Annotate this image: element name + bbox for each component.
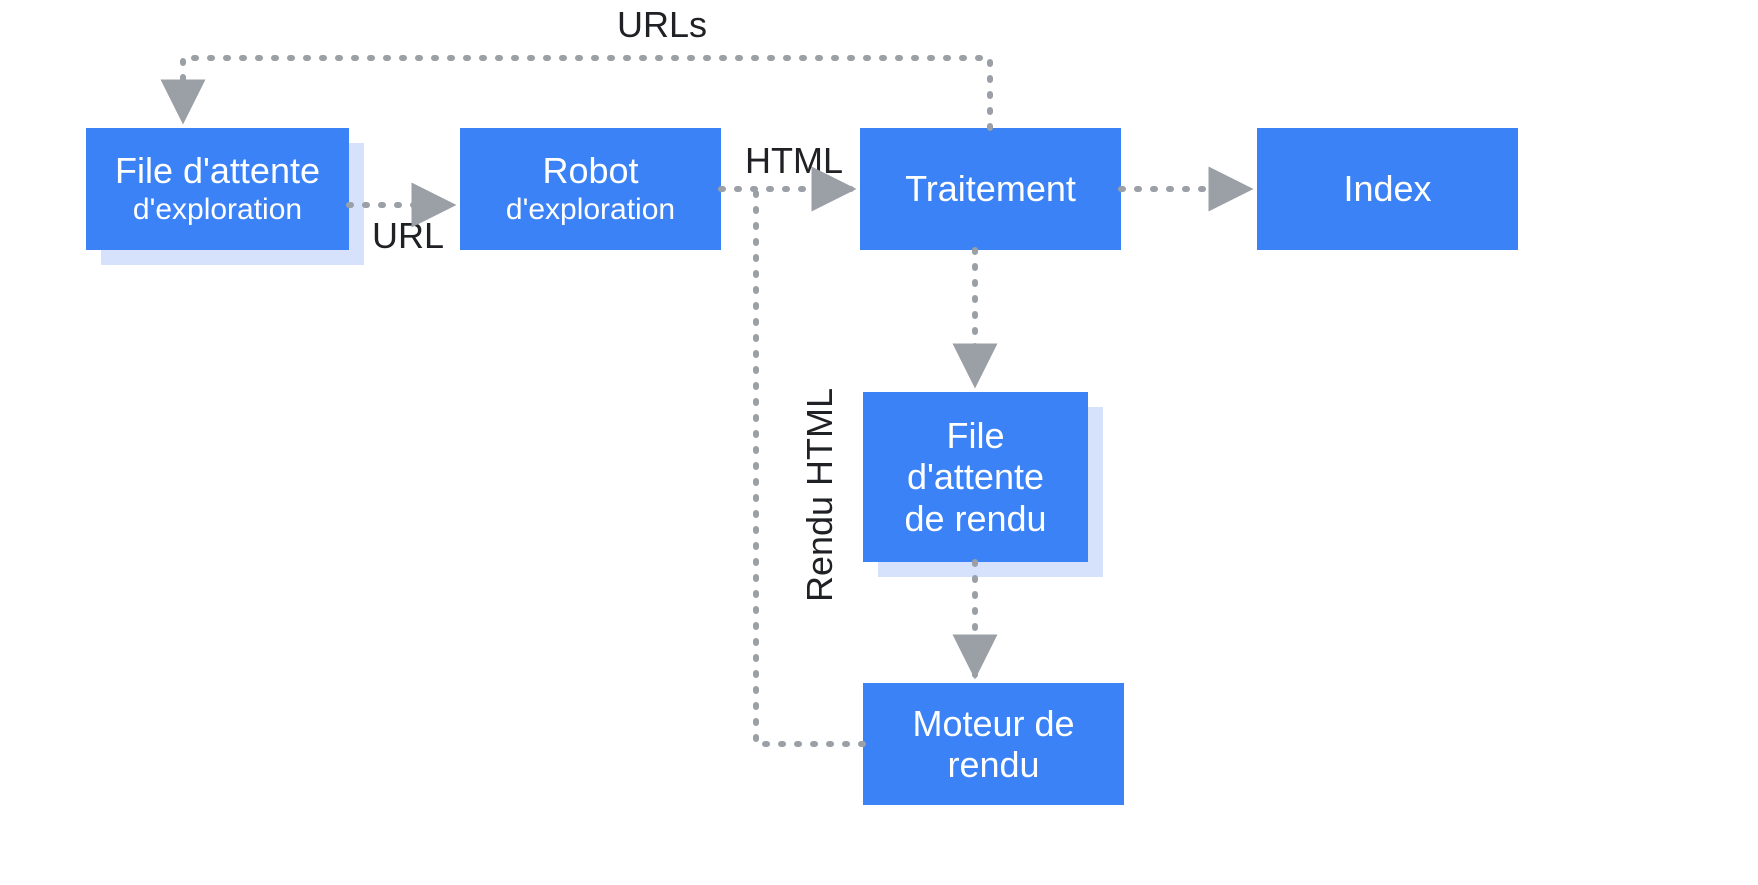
edge-label-urls: URLs: [592, 4, 732, 46]
node-processing: Traitement: [860, 128, 1121, 250]
edge-processing-to-crawl-queue: [183, 58, 990, 128]
node-label-line2: rendu: [947, 744, 1039, 785]
node-label-line1: File: [946, 415, 1004, 456]
diagram-canvas: File d'attente d'exploration Robot d'exp…: [0, 0, 1758, 885]
node-renderer: Moteur de rendu: [863, 683, 1124, 805]
node-label-line3: de rendu: [904, 498, 1046, 539]
node-label-line2: d'attente: [907, 456, 1044, 497]
node-label-sub: d'exploration: [506, 193, 675, 228]
node-index: Index: [1257, 128, 1518, 250]
edge-label-html: HTML: [724, 140, 864, 182]
node-label-main: Index: [1343, 168, 1431, 209]
node-label-main: Traitement: [905, 168, 1076, 209]
node-crawl-queue: File d'attente d'exploration: [86, 128, 349, 250]
edge-label-url: URL: [348, 215, 468, 257]
node-label-main: File d'attente: [115, 150, 320, 191]
node-render-queue: File d'attente de rendu: [863, 392, 1088, 562]
node-label-main: Robot: [542, 150, 638, 191]
edge-label-rendu-html: Rendu HTML: [799, 365, 841, 625]
node-label-line1: Moteur de: [912, 703, 1074, 744]
node-crawler: Robot d'exploration: [460, 128, 721, 250]
node-label-sub: d'exploration: [133, 193, 302, 228]
